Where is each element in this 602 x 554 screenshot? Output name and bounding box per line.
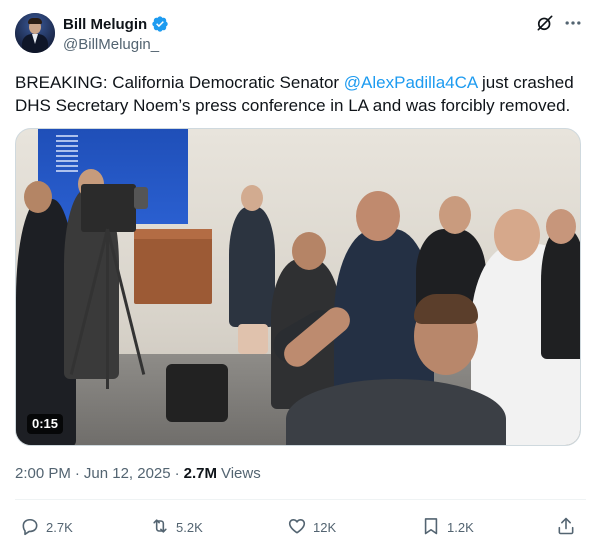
mention-link[interactable]: @AlexPadilla4CA: [344, 73, 478, 92]
video-frame-head: [494, 209, 540, 261]
bookmark-count: 1.2K: [447, 519, 474, 535]
views-count: 2.7M: [183, 465, 217, 482]
retweet-button[interactable]: 5.2K: [150, 512, 203, 542]
more-dots-icon: [563, 13, 583, 38]
like-count: 12K: [313, 519, 337, 535]
video-frame-head: [241, 185, 263, 211]
share-icon: [556, 516, 576, 539]
retweet-icon: [150, 516, 170, 539]
meta-separator: ·: [174, 465, 180, 482]
tweet-meta: 2:00 PM · Jun 12, 2025 · 2.7M Views: [15, 465, 261, 482]
reply-button[interactable]: 2.7K: [20, 512, 73, 542]
video-frame-desk: [134, 229, 212, 304]
author-display-name[interactable]: Bill Melugin: [63, 16, 147, 33]
video-frame-desk-top: [134, 229, 212, 239]
verified-badge-icon: [151, 15, 169, 33]
video-frame-tripod: [106, 229, 109, 389]
video-player[interactable]: [15, 128, 581, 446]
reply-icon: [20, 516, 40, 539]
video-frame-head: [292, 232, 326, 270]
video-frame-person: [238, 324, 268, 354]
tweet-date[interactable]: Jun 12, 2025: [84, 465, 171, 482]
tweet-text-part: BREAKING: California Democratic Senator: [15, 73, 344, 92]
video-frame-head: [439, 196, 471, 234]
like-button[interactable]: 12K: [287, 512, 336, 542]
video-frame-screen-text: [56, 135, 78, 175]
author-handle[interactable]: @BillMelugin_: [63, 36, 159, 53]
views-label: Views: [220, 465, 261, 482]
author-name-row: Bill Melugin: [63, 15, 169, 33]
author-avatar[interactable]: [15, 13, 55, 53]
reply-count: 2.7K: [46, 519, 73, 535]
retweet-count: 5.2K: [176, 519, 203, 535]
video-frame-person: [229, 207, 275, 327]
video-frame-head: [546, 209, 576, 244]
video-frame-head: [24, 181, 52, 213]
more-button[interactable]: [562, 14, 584, 36]
tweet-text: BREAKING: California Democratic Senator …: [15, 71, 585, 117]
share-button[interactable]: [556, 512, 576, 542]
tweet-card: Bill Melugin @BillMelugin_ BREAKING: Cal…: [0, 0, 602, 554]
video-frame-head: [356, 191, 400, 241]
meta-separator: ·: [74, 465, 80, 482]
grok-button[interactable]: [534, 14, 556, 36]
tweet-time[interactable]: 2:00 PM: [15, 465, 71, 482]
heart-icon: [287, 516, 307, 539]
video-frame-person: [541, 229, 580, 359]
divider: [15, 499, 586, 500]
video-duration-badge: 0:15: [27, 414, 64, 434]
video-frame-hair: [414, 294, 478, 324]
grok-icon: [535, 13, 555, 38]
bookmark-icon: [421, 516, 441, 539]
bookmark-button[interactable]: 1.2K: [421, 512, 474, 542]
video-frame-camera: [81, 184, 136, 232]
action-bar: 2.7K 5.2K 12K 1.2K: [0, 512, 602, 542]
video-frame-bag: [166, 364, 228, 422]
video-frame-camera: [134, 187, 148, 209]
